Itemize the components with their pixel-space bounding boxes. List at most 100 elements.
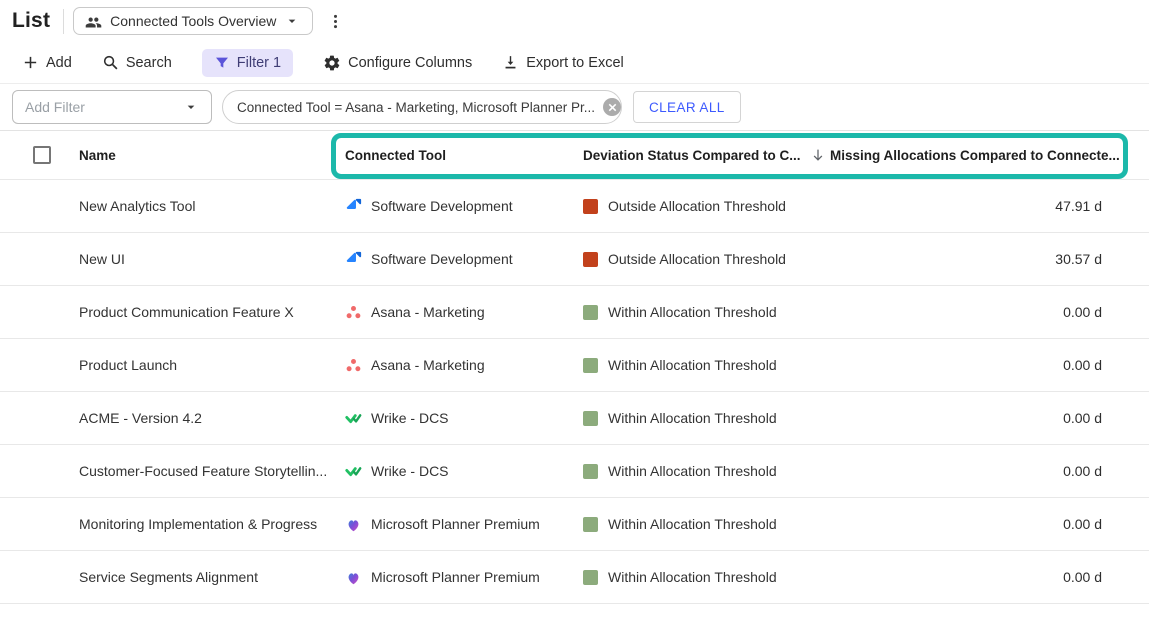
filter-funnel-icon [214,55,230,71]
table-row[interactable]: ACME - Version 4.2 Wrike - DCS Within Al… [0,392,1149,445]
column-header-name[interactable]: Name [79,148,345,163]
connected-tool-cell: Wrike - DCS [345,410,583,427]
missing-allocations-value: 47.91 d [810,198,1149,214]
missing-allocations-value: 0.00 d [810,516,1149,532]
missing-allocations-value: 0.00 d [810,304,1149,320]
table-row[interactable]: Service Segments Alignment Microsoft Pla… [0,551,1149,604]
status-swatch [583,464,598,479]
status-swatch [583,199,598,214]
connected-tool-cell: Software Development [345,251,583,268]
configure-columns-button[interactable]: Configure Columns [323,54,472,72]
connected-tool-label: Wrike - DCS [371,410,449,426]
missing-allocations-value: 0.00 d [810,410,1149,426]
column-header-deviation-status[interactable]: Deviation Status Compared to C... [583,148,810,163]
filter-button-label: Filter 1 [237,55,281,71]
jira-icon [345,198,362,215]
project-name: Product Launch [79,357,345,373]
table-row[interactable]: New Analytics Tool Software Development … [0,180,1149,233]
active-filter-chip[interactable]: Connected Tool = Asana - Marketing, Micr… [222,90,622,124]
filter-chip-label: Connected Tool = Asana - Marketing, Micr… [237,100,595,115]
plus-icon [22,54,39,71]
connected-tool-label: Microsoft Planner Premium [371,516,540,532]
connected-tool-label: Asana - Marketing [371,304,485,320]
remove-filter-icon[interactable] [603,98,621,116]
connected-tool-label: Software Development [371,251,513,267]
planner-icon [345,569,362,586]
deviation-status-cell: Outside Allocation Threshold [583,198,810,214]
deviation-status-label: Outside Allocation Threshold [608,251,786,267]
list-page: List Connected Tools Overview Add Search… [0,0,1149,629]
export-to-excel-label: Export to Excel [526,55,624,71]
chevron-down-icon [183,99,199,115]
toolbar: Add Search Filter 1 Configure Columns Ex… [0,42,1149,84]
column-header-connected-tool[interactable]: Connected Tool [345,148,583,163]
deviation-status-label: Within Allocation Threshold [608,357,777,373]
select-all-cell [33,146,79,164]
connected-tool-label: Wrike - DCS [371,463,449,479]
column-header-missing-label: Missing Allocations Compared to Connecte… [830,148,1120,163]
wrike-icon [345,463,362,480]
chevron-down-icon [284,13,300,29]
project-name: ACME - Version 4.2 [79,410,345,426]
deviation-status-label: Within Allocation Threshold [608,463,777,479]
select-all-checkbox[interactable] [33,146,51,164]
project-name: Customer-Focused Feature Storytellin... [79,463,345,479]
missing-allocations-value: 0.00 d [810,357,1149,373]
gear-icon [323,54,341,72]
view-selector-label: Connected Tools Overview [110,13,276,29]
deviation-status-cell: Within Allocation Threshold [583,569,810,585]
export-to-excel-button[interactable]: Export to Excel [502,54,624,71]
status-swatch [583,411,598,426]
header-divider [63,9,64,34]
deviation-status-cell: Outside Allocation Threshold [583,251,810,267]
add-filter-dropdown[interactable]: Add Filter [12,90,212,124]
deviation-status-cell: Within Allocation Threshold [583,463,810,479]
filter-button[interactable]: Filter 1 [202,49,293,77]
project-name: Monitoring Implementation & Progress [79,516,345,532]
table-row[interactable]: Monitoring Implementation & Progress Mic… [0,498,1149,551]
status-swatch [583,358,598,373]
deviation-status-cell: Within Allocation Threshold [583,357,810,373]
connected-tool-cell: Software Development [345,198,583,215]
connected-tool-cell: Microsoft Planner Premium [345,569,583,586]
table-row[interactable]: Product Communication Feature X Asana - … [0,286,1149,339]
connected-tool-cell: Wrike - DCS [345,463,583,480]
filter-bar: Add Filter Connected Tool = Asana - Mark… [0,84,1149,131]
sort-descending-icon [810,147,826,163]
page-header: List Connected Tools Overview [0,0,1149,42]
search-button-label: Search [126,55,172,71]
table-row[interactable]: Product Launch Asana - Marketing Within … [0,339,1149,392]
table-row[interactable]: New UI Software Development Outside Allo… [0,233,1149,286]
connected-tool-cell: Asana - Marketing [345,357,583,374]
deviation-status-cell: Within Allocation Threshold [583,304,810,320]
connected-tool-label: Asana - Marketing [371,357,485,373]
add-filter-placeholder: Add Filter [25,99,85,115]
status-swatch [583,252,598,267]
deviation-status-label: Within Allocation Threshold [608,410,777,426]
search-icon [102,54,119,71]
clear-all-button[interactable]: CLEAR ALL [633,91,741,123]
deviation-status-cell: Within Allocation Threshold [583,410,810,426]
project-name: Product Communication Feature X [79,304,345,320]
column-header-missing-allocations[interactable]: Missing Allocations Compared to Connecte… [810,147,1149,163]
connected-tool-label: Microsoft Planner Premium [371,569,540,585]
table-header-row: Name Connected Tool Deviation Status Com… [0,131,1149,180]
add-button-label: Add [46,55,72,71]
search-button[interactable]: Search [102,54,172,71]
missing-allocations-value: 0.00 d [810,463,1149,479]
download-icon [502,54,519,71]
deviation-status-label: Within Allocation Threshold [608,516,777,532]
page-title: List [12,9,50,33]
add-button[interactable]: Add [22,54,72,71]
table-row[interactable]: Customer-Focused Feature Storytellin... … [0,445,1149,498]
data-table: Name Connected Tool Deviation Status Com… [0,131,1149,604]
kebab-menu-icon[interactable] [323,9,347,33]
asana-icon [345,357,362,374]
deviation-status-label: Within Allocation Threshold [608,304,777,320]
project-name: New Analytics Tool [79,198,345,214]
configure-columns-label: Configure Columns [348,55,472,71]
view-selector-dropdown[interactable]: Connected Tools Overview [73,7,313,35]
missing-allocations-value: 30.57 d [810,251,1149,267]
connected-tool-label: Software Development [371,198,513,214]
deviation-status-cell: Within Allocation Threshold [583,516,810,532]
